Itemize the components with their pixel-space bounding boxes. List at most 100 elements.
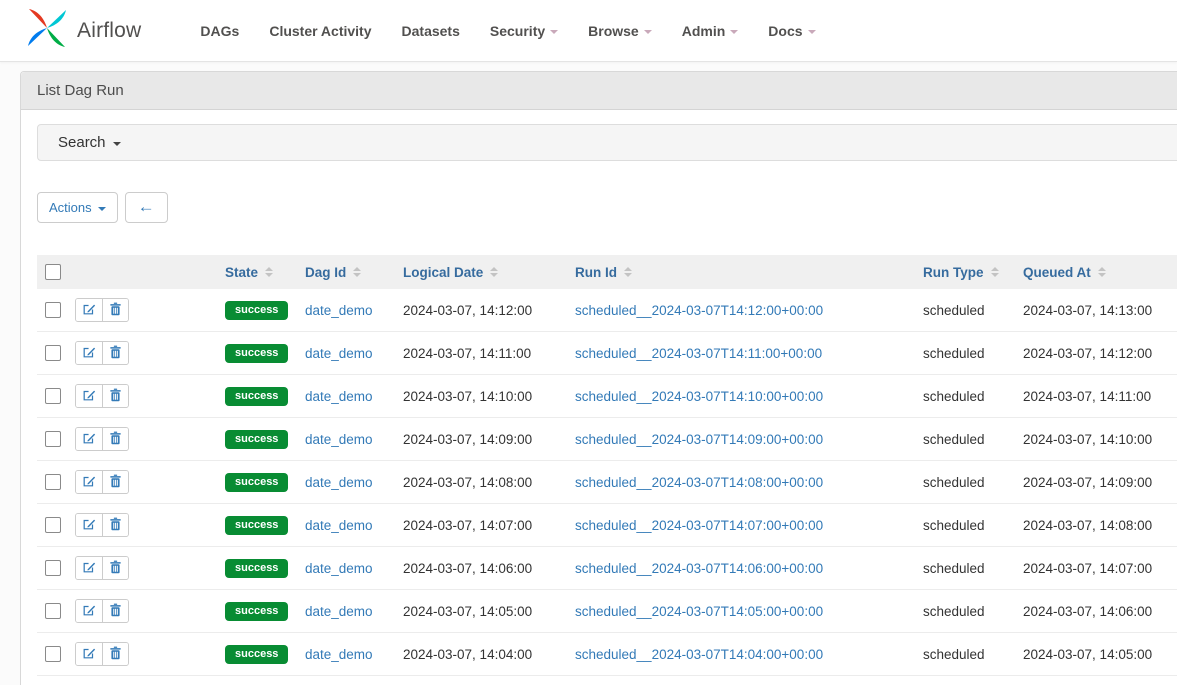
edit-button[interactable] — [76, 600, 102, 622]
edit-button[interactable] — [76, 471, 102, 493]
dag-id-link[interactable]: date_demo — [305, 475, 373, 490]
airflow-brand[interactable]: Airflow — [26, 7, 141, 54]
logical-date-cell: 2024-03-07, 14:10:00 — [403, 389, 532, 404]
row-checkbox[interactable] — [45, 388, 61, 404]
logical-date-cell: 2024-03-07, 14:04:00 — [403, 647, 532, 662]
delete-button[interactable] — [102, 385, 128, 407]
row-checkbox[interactable] — [45, 474, 61, 490]
sort-icon — [1098, 267, 1106, 277]
logo-blade-red — [29, 9, 47, 28]
row-checkbox[interactable] — [45, 345, 61, 361]
run-type-cell: scheduled — [923, 303, 985, 318]
delete-button[interactable] — [102, 471, 128, 493]
state-badge: success — [225, 301, 288, 320]
delete-button[interactable] — [102, 557, 128, 579]
table-row: success date_demo 2024-03-07, 14:11:00 s… — [37, 332, 1177, 375]
edit-button[interactable] — [76, 514, 102, 536]
delete-button[interactable] — [102, 514, 128, 536]
edit-pencil-icon — [82, 345, 96, 362]
chevron-down-icon — [644, 30, 652, 34]
toolbar: Actions ← — [37, 192, 1177, 223]
column-header-run-id[interactable]: Run Id — [575, 265, 632, 280]
row-checkbox[interactable] — [45, 560, 61, 576]
logical-date-cell: 2024-03-07, 14:11:00 — [403, 346, 531, 361]
row-checkbox[interactable] — [45, 646, 61, 662]
delete-button[interactable] — [102, 342, 128, 364]
queued-at-cell: 2024-03-07, 14:12:00 — [1023, 346, 1152, 361]
dag-id-link[interactable]: date_demo — [305, 647, 373, 662]
dag-run-table: State Dag Id Logical Date Run Id Run Typ… — [37, 255, 1177, 685]
delete-button[interactable] — [102, 643, 128, 665]
state-badge: success — [225, 473, 288, 492]
nav-item-browse[interactable]: Browse — [573, 13, 667, 49]
state-badge: success — [225, 387, 288, 406]
dag-id-link[interactable]: date_demo — [305, 389, 373, 404]
edit-button[interactable] — [76, 342, 102, 364]
row-action-buttons — [75, 556, 129, 580]
nav-item-security[interactable]: Security — [475, 13, 573, 49]
delete-button[interactable] — [102, 299, 128, 321]
edit-button[interactable] — [76, 428, 102, 450]
search-dropdown[interactable]: Search — [37, 124, 1177, 161]
table-row: success date_demo 2024-03-07, 14:04:00 s… — [37, 633, 1177, 676]
queued-at-cell: 2024-03-07, 14:08:00 — [1023, 518, 1152, 533]
nav-item-admin[interactable]: Admin — [667, 13, 754, 49]
row-checkbox[interactable] — [45, 431, 61, 447]
delete-button[interactable] — [102, 428, 128, 450]
edit-button[interactable] — [76, 385, 102, 407]
actions-button[interactable]: Actions — [37, 192, 118, 223]
edit-button[interactable] — [76, 557, 102, 579]
column-header-run-type[interactable]: Run Type — [923, 265, 999, 280]
run-id-link[interactable]: scheduled__2024-03-07T14:08:00+00:00 — [575, 475, 823, 490]
column-header-queued-at[interactable]: Queued At — [1023, 265, 1106, 280]
select-all-checkbox[interactable] — [45, 264, 61, 280]
table-row: success date_demo 2024-03-07, 14:07:00 s… — [37, 504, 1177, 547]
row-checkbox[interactable] — [45, 603, 61, 619]
trash-icon — [109, 388, 122, 405]
back-arrow-icon: ← — [138, 197, 155, 217]
run-id-link[interactable]: scheduled__2024-03-07T14:09:00+00:00 — [575, 432, 823, 447]
delete-button[interactable] — [102, 600, 128, 622]
nav-item-datasets[interactable]: Datasets — [387, 13, 475, 49]
row-checkbox[interactable] — [45, 517, 61, 533]
run-id-link[interactable]: scheduled__2024-03-07T14:04:00+00:00 — [575, 647, 823, 662]
row-checkbox[interactable] — [45, 302, 61, 318]
column-header-state[interactable]: State — [225, 265, 273, 280]
run-id-link[interactable]: scheduled__2024-03-07T14:05:00+00:00 — [575, 604, 823, 619]
state-badge: success — [225, 344, 288, 363]
nav-item-docs[interactable]: Docs — [753, 13, 830, 49]
edit-button[interactable] — [76, 643, 102, 665]
run-id-link[interactable]: scheduled__2024-03-07T14:07:00+00:00 — [575, 518, 823, 533]
page-title: List Dag Run — [21, 72, 1177, 110]
dag-id-link[interactable]: date_demo — [305, 346, 373, 361]
dag-id-link[interactable]: date_demo — [305, 432, 373, 447]
panel-body: Search Actions ← State Dag I — [21, 110, 1177, 685]
nav-item-dags[interactable]: DAGs — [185, 13, 254, 49]
dag-id-link[interactable]: date_demo — [305, 303, 373, 318]
dag-id-link[interactable]: date_demo — [305, 561, 373, 576]
dag-id-link[interactable]: date_demo — [305, 604, 373, 619]
logical-date-cell: 2024-03-07, 14:08:00 — [403, 475, 532, 490]
logical-date-cell: 2024-03-07, 14:12:00 — [403, 303, 532, 318]
list-dag-run-panel: List Dag Run Search Actions ← — [20, 71, 1177, 685]
trash-icon — [109, 345, 122, 362]
dag-run-rows: success date_demo 2024-03-07, 14:12:00 s… — [37, 289, 1177, 685]
back-button[interactable]: ← — [125, 192, 168, 223]
edit-pencil-icon — [82, 302, 96, 319]
table-row: success date_demo 2024-03-07, 14:08:00 s… — [37, 461, 1177, 504]
run-id-link[interactable]: scheduled__2024-03-07T14:11:00+00:00 — [575, 346, 822, 361]
edit-pencil-icon — [82, 560, 96, 577]
row-action-buttons — [75, 427, 129, 451]
run-id-link[interactable]: scheduled__2024-03-07T14:12:00+00:00 — [575, 303, 823, 318]
table-row: success date_demo 2024-03-07, 14:03:00 s… — [37, 676, 1177, 685]
edit-button[interactable] — [76, 299, 102, 321]
chevron-down-icon — [808, 30, 816, 34]
column-header-logical-date[interactable]: Logical Date — [403, 265, 498, 280]
run-id-link[interactable]: scheduled__2024-03-07T14:06:00+00:00 — [575, 561, 823, 576]
run-id-link[interactable]: scheduled__2024-03-07T14:10:00+00:00 — [575, 389, 823, 404]
column-header-dag-id[interactable]: Dag Id — [305, 265, 361, 280]
trash-icon — [109, 431, 122, 448]
chevron-down-icon — [98, 207, 106, 211]
dag-id-link[interactable]: date_demo — [305, 518, 373, 533]
nav-item-cluster-activity[interactable]: Cluster Activity — [254, 13, 386, 49]
